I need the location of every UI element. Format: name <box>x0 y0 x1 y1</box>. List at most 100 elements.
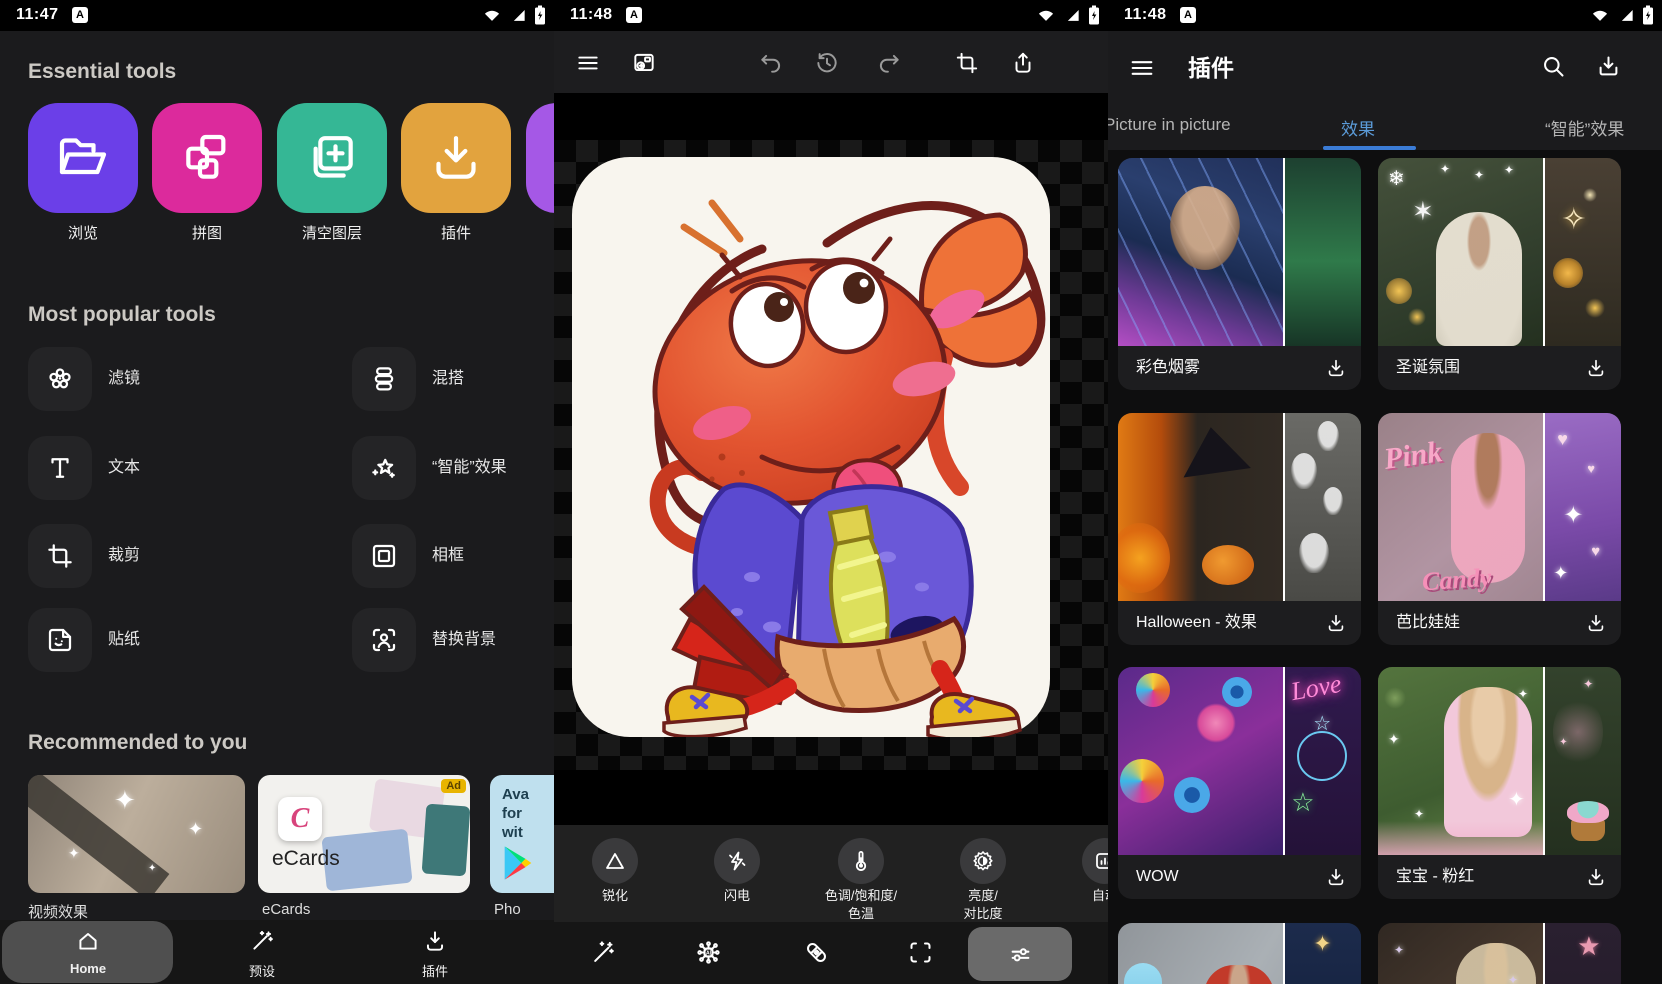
tile-partial[interactable] <box>526 103 554 213</box>
download-icon[interactable] <box>1325 357 1347 379</box>
effect-card-halloween[interactable]: Halloween - 效果 <box>1118 413 1361 645</box>
sparkle-icon: ✦ <box>68 845 80 862</box>
effect-card-wow[interactable]: Love ☆ ☆ WOW <box>1118 667 1361 899</box>
effect-card-christmas[interactable]: ❄ ✶ ✦✦✦ ✧ 圣诞氛围 <box>1378 158 1621 390</box>
download-icon <box>428 130 484 186</box>
nav-home[interactable]: Home <box>33 920 143 984</box>
download-icon[interactable] <box>1325 866 1347 888</box>
sliders-icon <box>1007 941 1034 968</box>
effects-grid: 彩色烟雾 ❄ ✶ ✦✦✦ ✧ <box>1108 150 1662 984</box>
status-bar: 11:48 A <box>1108 0 1662 31</box>
tool-smart-effects[interactable] <box>352 436 416 500</box>
collage-icon <box>179 130 235 186</box>
share-export-icon[interactable] <box>1010 50 1036 76</box>
nav-label: 插件 <box>380 961 490 980</box>
search-icon[interactable] <box>1540 53 1567 80</box>
notification-app-icon: A <box>626 7 642 23</box>
recommended-title: Recommended to you <box>28 731 247 755</box>
effect-card-barbie[interactable]: Pink Candy ♥ ♥ ✦ ♥ ✦ 芭比娃娃 <box>1378 413 1621 645</box>
triangle-icon <box>603 849 627 873</box>
sparkle-icon: ✦ <box>114 785 136 816</box>
tool-mix[interactable] <box>352 347 416 411</box>
tile-browse[interactable] <box>28 103 138 213</box>
tile-collage[interactable] <box>152 103 262 213</box>
tool-sharpen[interactable] <box>592 838 638 884</box>
download-icon[interactable] <box>1325 612 1347 634</box>
battery-charging-icon <box>1642 5 1654 25</box>
frame-icon <box>369 541 399 571</box>
lobster-cartoon <box>572 157 1050 737</box>
frame-select-icon[interactable] <box>907 939 934 966</box>
editor-mode-bar: AI <box>554 922 1108 984</box>
battery-charging-icon <box>534 5 546 25</box>
adjust-mode-selected[interactable] <box>968 927 1072 981</box>
effect-card-baby-pink[interactable]: ✦ ✦ ✦ ✦ ✦ ✦ 宝宝 - 粉红 <box>1378 667 1621 899</box>
tab-effects[interactable]: 效果 <box>1341 115 1375 140</box>
home-icon <box>75 928 101 954</box>
recommended-card-video-effects[interactable]: ✦ ✦ ✦ ✦ <box>28 775 245 893</box>
person-select-icon <box>369 625 399 655</box>
download-icon[interactable] <box>1585 612 1607 634</box>
photo-text: Candy <box>1421 563 1492 598</box>
recommended-card-ecards[interactable]: C eCards Ad <box>258 775 470 893</box>
tab-smart-effects[interactable]: “智能”效果 <box>1545 115 1624 140</box>
crop-icon[interactable] <box>954 50 980 76</box>
recommended-card-partial[interactable]: Ava for wit <box>490 775 554 893</box>
effect-label: 圣诞氛围 <box>1396 346 1460 390</box>
photo-text: Love <box>1289 669 1344 707</box>
tool-auto[interactable] <box>1082 838 1108 884</box>
tile-label: 浏览 <box>28 222 138 243</box>
status-time: 11:47 <box>16 6 59 24</box>
redo-icon[interactable] <box>876 50 902 76</box>
editor-canvas[interactable] <box>554 93 1108 825</box>
home-screen: 11:47 A Essential tools <box>0 0 554 984</box>
effect-label: 彩色烟雾 <box>1136 346 1200 390</box>
tool-sticker[interactable] <box>28 608 92 672</box>
tool-brightness-contrast[interactable] <box>960 838 1006 884</box>
plugins-screen: 11:48 A 插件 Picture in picture 效果 “智能”效果 <box>1108 0 1662 984</box>
tile-plugins[interactable] <box>401 103 511 213</box>
signal-icon <box>1062 5 1082 25</box>
tab-picture-in-picture[interactable]: Picture in picture <box>1108 115 1231 135</box>
magic-wand-icon[interactable] <box>589 939 616 966</box>
nav-label: Home <box>33 961 143 976</box>
tool-filter[interactable] <box>28 347 92 411</box>
nav-presets[interactable]: 预设 <box>207 920 317 984</box>
tile-label: 清空图层 <box>277 222 387 243</box>
tile-clear-layers[interactable] <box>277 103 387 213</box>
status-bar: 11:48 A <box>554 0 1108 31</box>
download-icon[interactable] <box>1585 357 1607 379</box>
editor-toolbar <box>554 31 1108 93</box>
tool-crop[interactable] <box>28 524 92 588</box>
heal-bandage-icon[interactable] <box>803 939 830 966</box>
adjust-tools-row: 锐化 闪电 色调/饱和度/ 色温 亮度/ 对比度 <box>554 825 1108 922</box>
save-export-icon[interactable] <box>630 50 658 76</box>
nav-plugins[interactable]: 插件 <box>380 920 490 984</box>
tool-frame[interactable] <box>352 524 416 588</box>
tool-hsl[interactable] <box>838 838 884 884</box>
tool-lightning[interactable] <box>714 838 760 884</box>
history-icon[interactable] <box>814 50 840 76</box>
menu-icon[interactable] <box>1128 54 1156 82</box>
page-title: 插件 <box>1188 49 1234 83</box>
effect-card-color-smoke[interactable]: 彩色烟雾 <box>1118 158 1361 390</box>
tool-label: “智能”效果 <box>432 436 554 500</box>
tool-replace-bg[interactable] <box>352 608 416 672</box>
tool-label: 锐化 <box>602 888 628 903</box>
ai-effects-icon[interactable]: AI <box>695 939 722 966</box>
undo-icon[interactable] <box>758 50 784 76</box>
tool-text[interactable] <box>28 436 92 500</box>
download-icon[interactable] <box>1585 866 1607 888</box>
effect-card-partial-2[interactable]: ✦ ✦ ★ ★ ★ <box>1378 923 1621 984</box>
notification-app-icon: A <box>72 7 88 23</box>
notification-app-icon: A <box>1180 7 1196 23</box>
sticker-image[interactable] <box>572 157 1050 737</box>
menu-icon[interactable] <box>575 50 601 76</box>
popular-tools-title: Most popular tools <box>28 303 216 327</box>
photo-text: Pink <box>1382 435 1445 477</box>
status-bar: 11:47 A <box>0 0 554 31</box>
effect-card-partial-1[interactable]: ✦ ✦ ✦ <box>1118 923 1361 984</box>
auto-adjust-icon <box>1093 849 1108 873</box>
essential-tools-title: Essential tools <box>28 60 176 84</box>
downloads-icon[interactable] <box>1595 53 1622 80</box>
